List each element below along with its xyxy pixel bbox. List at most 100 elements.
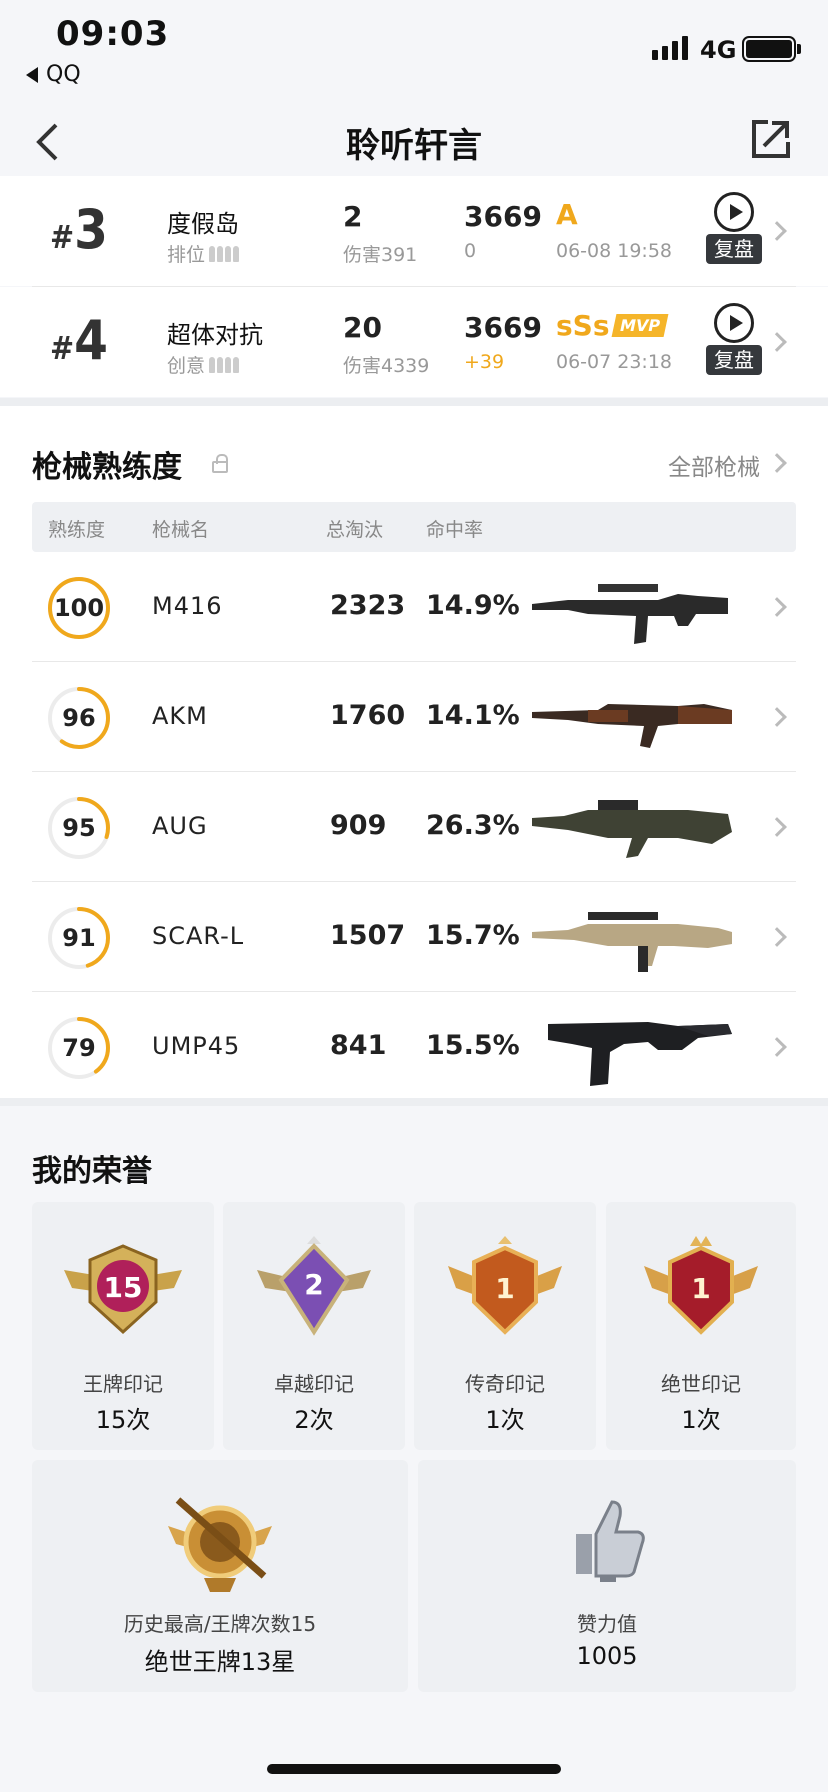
ace-mark-badge-icon: 15 — [64, 1244, 182, 1335]
weapon-hit-rate: 26.3% — [426, 810, 520, 841]
weapon-row[interactable]: 95 AUG 909 26.3% — [32, 772, 796, 882]
team-icon — [209, 356, 240, 373]
honor-count: 1次 — [485, 1406, 525, 1434]
honor-count: 1次 — [681, 1406, 721, 1434]
svg-text:1: 1 — [691, 1272, 710, 1305]
weapon-hit-rate: 15.7% — [426, 920, 520, 951]
match-mode: 度假岛 — [167, 210, 239, 238]
weapon-row[interactable]: 96 AKM 1760 14.1% — [32, 662, 796, 772]
weapon-image — [532, 912, 732, 972]
chevron-right-icon — [767, 1037, 787, 1057]
match-rank: #3 — [50, 198, 108, 261]
weapon-hit-rate: 14.1% — [426, 700, 520, 731]
team-icon — [209, 245, 240, 262]
back-to-app-link[interactable]: QQ — [26, 62, 81, 87]
match-date: 06-08 19:58 — [556, 240, 673, 262]
proficiency-value: 100 — [53, 594, 105, 622]
proficiency-value: 91 — [62, 924, 96, 952]
honor-label: 传奇印记 — [465, 1372, 545, 1396]
match-grade: sSs MVP — [556, 309, 668, 342]
mvp-badge: MVP — [611, 314, 668, 337]
honor-count: 2次 — [294, 1406, 334, 1434]
signal-icon — [652, 34, 688, 60]
highest-rank-value: 绝世王牌13星 — [144, 1648, 296, 1676]
likes-card[interactable]: 赞力值 1005 — [418, 1460, 796, 1692]
weapon-name: AKM — [152, 702, 208, 730]
section-separator — [0, 1098, 828, 1106]
highest-rank-label: 历史最高/王牌次数15 — [123, 1612, 317, 1636]
status-time: 09:03 — [56, 14, 170, 54]
chevron-right-icon — [767, 817, 787, 837]
match-row[interactable]: #3 度假岛 排位 2 伤害391 3669 0 A 06-08 19:58 复… — [0, 176, 828, 286]
lock-icon — [212, 454, 228, 473]
header-hit-rate: 命中率 — [426, 519, 484, 541]
weapon-kills: 909 — [330, 810, 387, 841]
likes-label: 赞力值 — [577, 1612, 637, 1636]
match-kills: 20 — [343, 311, 382, 344]
honor-label: 王牌印记 — [83, 1372, 163, 1396]
proficiency-value: 95 — [62, 814, 96, 842]
share-icon[interactable] — [750, 118, 792, 160]
weapon-hit-rate: 14.9% — [426, 590, 520, 621]
weapon-kills: 1507 — [330, 920, 406, 951]
back-app-label: QQ — [46, 62, 81, 87]
weapon-name: SCAR-L — [152, 922, 245, 950]
likes-value: 1005 — [576, 1642, 638, 1670]
header-proficiency: 熟练度 — [48, 519, 106, 541]
back-triangle-icon — [26, 66, 38, 83]
honor-card[interactable]: 1 绝世印记 1次 — [606, 1202, 796, 1450]
replay-icon — [714, 303, 754, 343]
match-score-delta: +39 — [464, 351, 505, 373]
match-score: 3669 — [464, 311, 542, 344]
thumbs-up-icon — [576, 1500, 645, 1582]
honor-card[interactable]: 15 王牌印记 15次 — [32, 1202, 214, 1450]
header-kills: 总淘汰 — [326, 519, 384, 541]
home-indicator[interactable] — [267, 1764, 561, 1774]
section-separator — [0, 398, 828, 406]
weapon-image — [532, 704, 732, 748]
replay-label: 复盘 — [706, 234, 762, 264]
chevron-right-icon — [767, 927, 787, 947]
match-date: 06-07 23:18 — [556, 351, 673, 373]
proficiency-value: 79 — [62, 1034, 96, 1062]
highest-rank-card[interactable]: 历史最高/王牌次数15 绝世王牌13星 — [32, 1460, 408, 1692]
replay-button[interactable]: 复盘 — [706, 303, 762, 381]
replay-button[interactable]: 复盘 — [706, 192, 762, 270]
page-title: 聆听轩言 — [346, 126, 482, 166]
chevron-right-icon — [767, 707, 787, 727]
peerless-ace-badge-icon — [168, 1497, 272, 1592]
honor-card[interactable]: 2 卓越印记 2次 — [223, 1202, 405, 1450]
match-type: 排位 — [167, 240, 240, 267]
weapon-name: M416 — [152, 592, 223, 620]
honors-section-title: 我的荣誉 — [32, 1154, 152, 1189]
proficiency-value: 96 — [62, 704, 96, 732]
weapons-section-title: 枪械熟练度 — [32, 450, 182, 485]
match-mode: 超体对抗 — [167, 321, 263, 349]
match-row[interactable]: #4 超体对抗 创意 20 伤害4339 3669 +39 sSs MVP 06-… — [0, 287, 828, 397]
weapon-hit-rate: 15.5% — [426, 1030, 520, 1061]
battery-icon — [742, 36, 796, 62]
replay-label: 复盘 — [706, 345, 762, 375]
honor-label: 绝世印记 — [661, 1372, 741, 1396]
chevron-right-icon — [767, 221, 787, 241]
match-damage: 伤害391 — [343, 244, 418, 266]
svg-text:15: 15 — [104, 1271, 143, 1304]
weapon-row[interactable]: 100 M416 2323 14.9% — [32, 552, 796, 662]
battery-cap — [797, 44, 801, 54]
header-weapon-name: 枪械名 — [152, 519, 210, 541]
match-score: 3669 — [464, 200, 542, 233]
weapon-row[interactable]: 79 UMP45 841 15.5% — [32, 992, 796, 1102]
honor-card[interactable]: 1 传奇印记 1次 — [414, 1202, 596, 1450]
honor-label: 卓越印记 — [274, 1372, 354, 1396]
honor-count: 15次 — [95, 1406, 151, 1434]
weapons-table-header: 熟练度 枪械名 总淘汰 命中率 — [32, 502, 796, 552]
match-grade: A — [556, 198, 578, 231]
weapon-kills: 841 — [330, 1030, 387, 1061]
all-weapons-link[interactable]: 全部枪械 — [668, 448, 760, 482]
excellence-mark-badge-icon: 2 — [257, 1236, 371, 1336]
match-damage: 伤害4339 — [343, 355, 430, 377]
weapon-kills: 1760 — [330, 700, 406, 731]
svg-text:2: 2 — [304, 1268, 323, 1301]
weapon-row[interactable]: 91 SCAR-L 1507 15.7% — [32, 882, 796, 992]
chevron-right-icon — [767, 332, 787, 352]
